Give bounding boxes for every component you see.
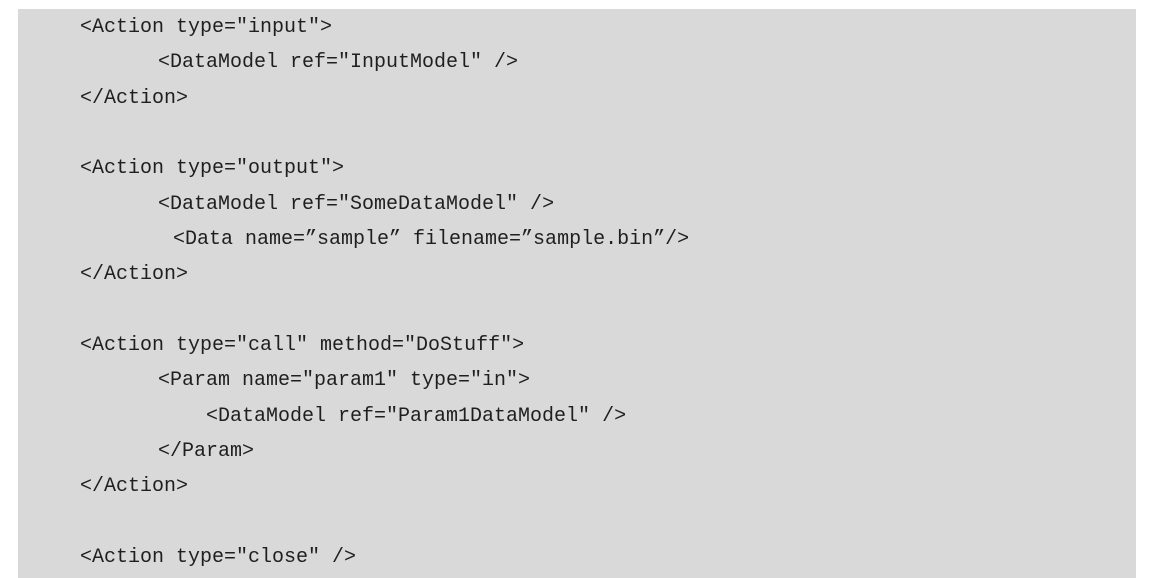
code-line-11: <Param name="param1" type="in"> [158, 369, 531, 392]
code-line-10: <Action type="call" method="DoStuff"> [80, 334, 525, 357]
code-line-3: </Action> [80, 87, 189, 110]
code-line-1: <Action type="input"> [80, 16, 333, 39]
code-line-6: <DataModel ref="SomeDataModel" /> [158, 193, 555, 216]
code-line-12: <DataModel ref="Param1DataModel" /> [206, 405, 627, 428]
code-line-2: <DataModel ref="InputModel" /> [158, 51, 519, 74]
code-block: <Action type="input"> <DataModel ref="In… [18, 9, 1136, 578]
code-line-16: <Action type="close" /> [80, 546, 357, 569]
code-line-14: </Action> [80, 475, 189, 498]
code-line-5: <Action type="output"> [80, 157, 345, 180]
code-line-8: </Action> [80, 263, 189, 286]
code-line-7: <Data name=”sample” filename=”sample.bin… [173, 228, 690, 251]
code-line-13: </Param> [158, 440, 255, 463]
